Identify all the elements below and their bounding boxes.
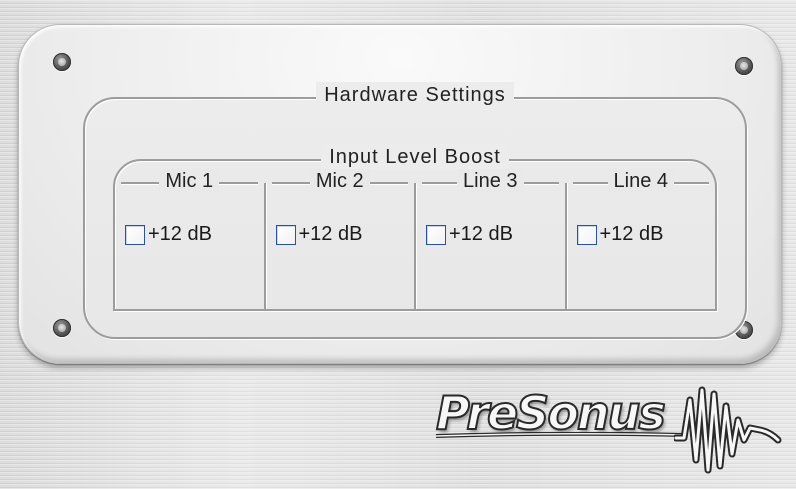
mic-2-boost-checkbox[interactable]: +12 dB bbox=[275, 223, 363, 246]
boost-label[interactable]: +12 dB bbox=[299, 223, 363, 246]
line-4-boost-checkbox[interactable]: +12 dB bbox=[576, 223, 664, 246]
checkbox-box[interactable] bbox=[576, 224, 597, 245]
channel-list: Mic 1 +12 dB Mic 2 +12 dB Line 3 +12 dB … bbox=[115, 169, 716, 309]
input-level-boost-title: Input Level Boost bbox=[321, 144, 509, 170]
boost-label[interactable]: +12 dB bbox=[449, 223, 513, 246]
channel-mic-1: Mic 1 +12 dB bbox=[115, 169, 264, 309]
boost-label[interactable]: +12 dB bbox=[148, 223, 212, 246]
checkbox-box[interactable] bbox=[125, 224, 145, 245]
hardware-settings-group: Hardware Settings Input Level Boost Mic … bbox=[83, 82, 747, 339]
checkbox-box[interactable] bbox=[426, 224, 446, 245]
screw-icon bbox=[53, 53, 71, 71]
line-3-boost-checkbox[interactable]: +12 dB bbox=[426, 223, 513, 246]
logo-underline bbox=[435, 432, 687, 438]
channel-line-4: Line 4 +12 dB bbox=[564, 169, 716, 309]
mic-1-boost-checkbox[interactable]: +12 dB bbox=[125, 223, 212, 246]
hardware-settings-title: Hardware Settings bbox=[316, 82, 514, 108]
hardware-settings-panel: Hardware Settings Input Level Boost Mic … bbox=[18, 24, 782, 364]
channel-label: Line 3 bbox=[457, 169, 524, 193]
channel-mic-2: Mic 2 +12 dB bbox=[263, 169, 415, 309]
checkbox-box[interactable] bbox=[275, 224, 296, 245]
channel-label: Mic 1 bbox=[159, 169, 220, 193]
channel-line-3: Line 3 +12 dB bbox=[414, 169, 565, 309]
screw-icon bbox=[53, 319, 71, 337]
channel-label: Line 4 bbox=[607, 169, 674, 193]
input-level-boost-group: Input Level Boost Mic 1 +12 dB Mic 2 +12… bbox=[113, 144, 717, 311]
channel-label: Mic 2 bbox=[309, 169, 370, 193]
screw-icon bbox=[735, 57, 753, 75]
waveform-icon bbox=[674, 386, 782, 474]
boost-label[interactable]: +12 dB bbox=[600, 223, 664, 246]
presonus-logo: PreSonus bbox=[435, 380, 786, 480]
